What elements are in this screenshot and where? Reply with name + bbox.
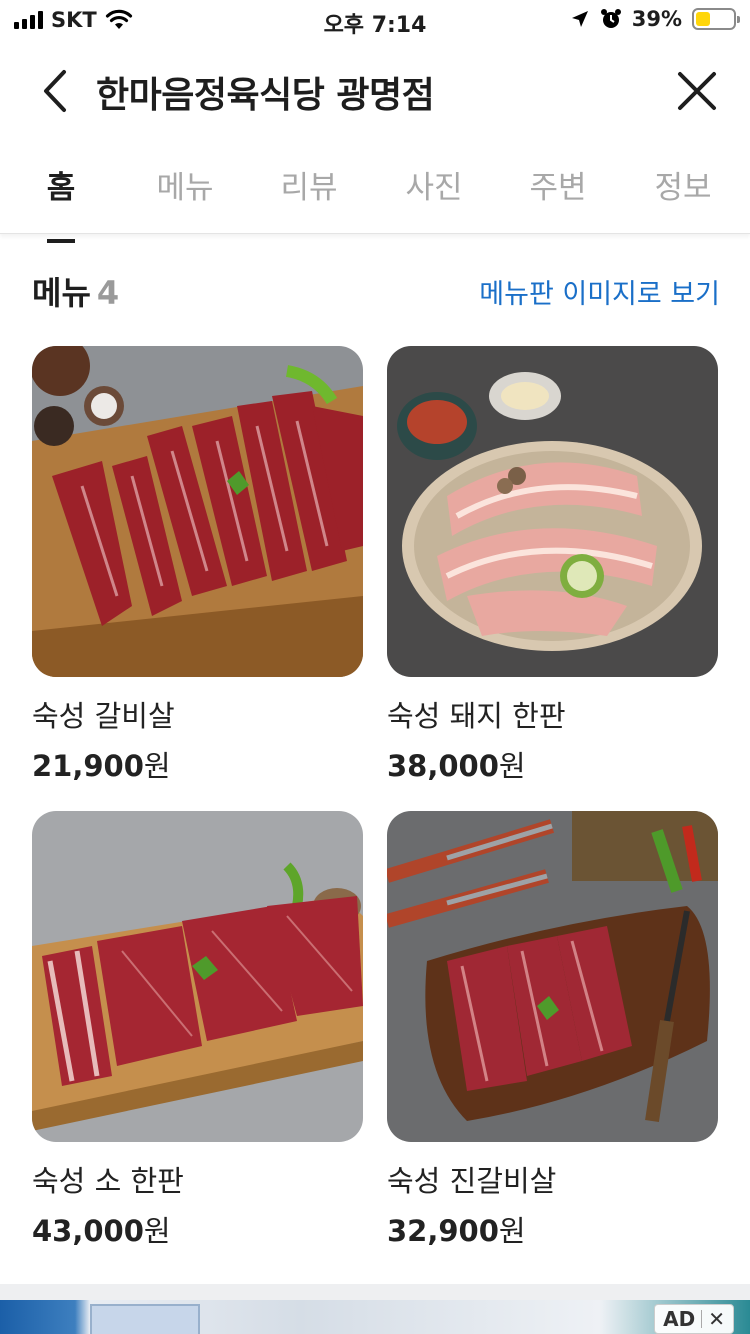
top-nav: 한마음정육식당 광명점 [0, 52, 750, 132]
menu-item-photo [387, 346, 718, 677]
menu-item-price: 21,900원 [32, 743, 363, 785]
tab-reviews[interactable]: 리뷰 [264, 162, 354, 207]
ad-separator [0, 1284, 750, 1300]
menu-item-name: 숙성 갈비살 [32, 699, 175, 733]
menu-section-title: 메뉴 [32, 274, 91, 312]
close-icon [678, 72, 716, 110]
menu-item[interactable]: 숙성 소 한판 43,000원 [32, 811, 363, 1250]
menu-item-currency: 원 [143, 749, 171, 783]
tab-home[interactable]: 홈 [16, 162, 106, 243]
tab-bar: 홈 메뉴 리뷰 사진 주변 정보 [0, 150, 750, 243]
ad-tag-divider [701, 1310, 703, 1328]
status-bar: SKT 오후 7:14 39% [0, 0, 750, 40]
menu-count: 4 [96, 274, 120, 312]
status-bar-right: 39% [570, 7, 740, 31]
close-button[interactable] [674, 68, 720, 114]
tab-photos[interactable]: 사진 [389, 162, 479, 207]
ad-close-icon[interactable]: ✕ [708, 1307, 725, 1331]
menu-item-price-value: 38,000 [387, 749, 499, 783]
menu-item-currency: 원 [143, 1214, 171, 1248]
menu-item-name: 숙성 진갈비살 [387, 1164, 557, 1198]
view-menu-image-link[interactable]: 메뉴판 이미지로 보기 [479, 272, 720, 311]
tab-menu[interactable]: 메뉴 [140, 162, 230, 207]
menu-item[interactable]: 숙성 갈비살 21,900원 [32, 346, 363, 785]
menu-item-price-value: 32,900 [387, 1214, 499, 1248]
alarm-clock-icon [600, 9, 621, 28]
menu-item-photo [32, 346, 363, 677]
menu-item-photo [32, 811, 363, 1142]
back-button[interactable] [34, 66, 78, 116]
menu-item-name: 숙성 돼지 한판 [387, 699, 566, 733]
chevron-left-icon [44, 70, 66, 112]
battery-icon [692, 8, 740, 30]
menu-item-photo [387, 811, 718, 1142]
menu-item-name: 숙성 소 한판 [32, 1164, 184, 1198]
menu-item[interactable]: 숙성 돼지 한판 38,000원 [387, 346, 718, 785]
battery-percent: 39% [631, 7, 682, 31]
ad-tag: AD ✕ [654, 1304, 734, 1334]
menu-item-currency: 원 [498, 749, 526, 783]
page-title: 한마음정육식당 광명점 [96, 75, 435, 116]
battery-fill [696, 12, 711, 26]
ad-label: AD [663, 1307, 696, 1331]
menu-item-price: 38,000원 [387, 743, 718, 785]
menu-item[interactable]: 숙성 진갈비살 32,900원 [387, 811, 718, 1250]
menu-item-currency: 원 [498, 1214, 526, 1248]
tab-info[interactable]: 정보 [638, 162, 728, 207]
location-arrow-icon [571, 11, 588, 27]
menu-item-price: 32,900원 [387, 1208, 718, 1250]
tab-nearby[interactable]: 주변 [513, 162, 603, 207]
ad-banner-image [90, 1304, 200, 1334]
menu-item-price-value: 21,900 [32, 749, 144, 783]
menu-item-price-value: 43,000 [32, 1214, 144, 1248]
menu-item-price: 43,000원 [32, 1208, 363, 1250]
ad-banner[interactable]: AD ✕ [0, 1300, 750, 1334]
menu-section-header: 메뉴 4 메뉴판 이미지로 보기 [32, 268, 720, 312]
